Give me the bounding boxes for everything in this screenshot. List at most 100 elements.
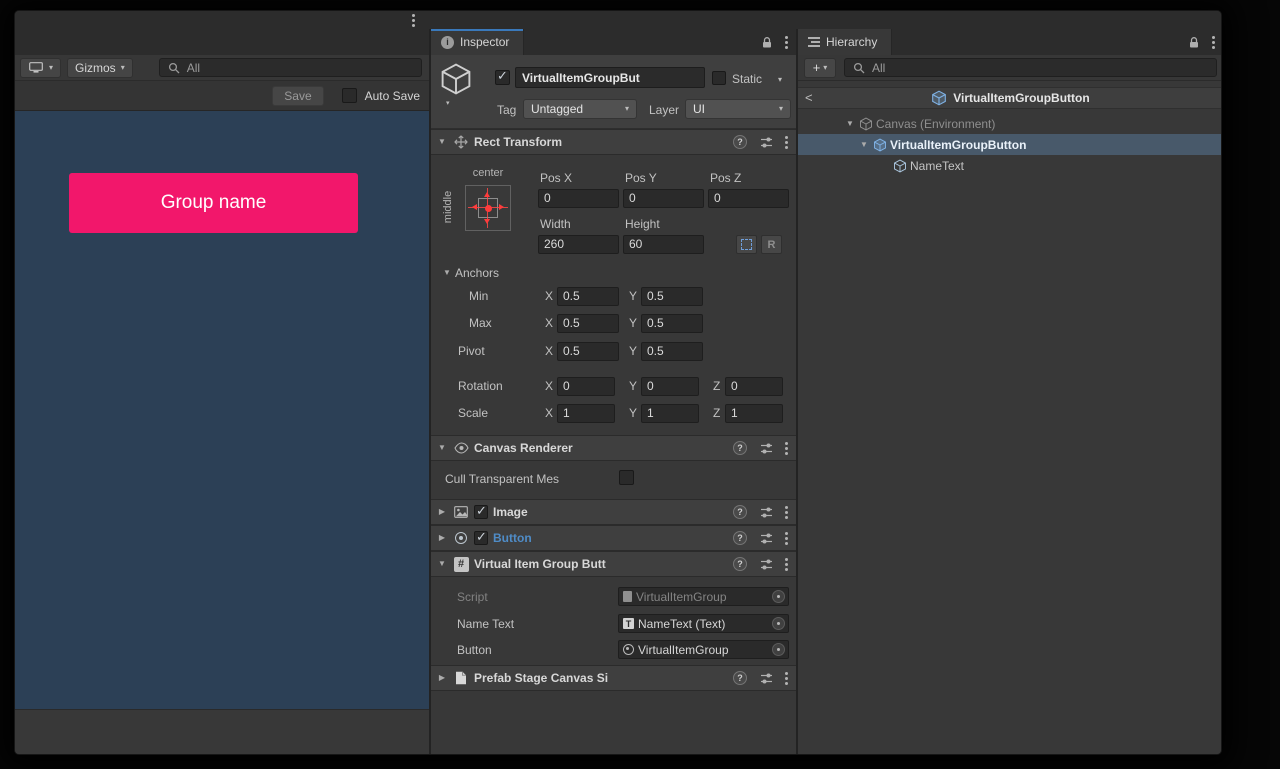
axis-x-label: X (545, 289, 553, 303)
prefab-stage-canvas-size-header[interactable]: Prefab Stage Canvas Si (431, 665, 796, 691)
anchor-min-x-field[interactable]: 0.5 (557, 287, 619, 306)
icon-picker-chevron[interactable] (446, 100, 450, 107)
help-icon[interactable] (733, 505, 747, 519)
foldout-open-icon[interactable] (858, 141, 870, 149)
rotation-y-field[interactable]: 0 (641, 377, 699, 396)
object-picker-icon[interactable] (772, 590, 785, 603)
pos-y-field[interactable]: 0 (623, 189, 704, 208)
foldout-closed-icon[interactable] (436, 534, 448, 542)
foldout-open-icon[interactable] (436, 444, 448, 452)
static-checkbox[interactable] (712, 71, 726, 85)
width-field[interactable]: 260 (538, 235, 619, 254)
pos-x-field[interactable]: 0 (538, 189, 619, 208)
tree-item-canvas-environment[interactable]: Canvas (Environment) (798, 113, 1222, 134)
back-icon[interactable] (805, 90, 813, 105)
scale-y-field[interactable]: 1 (641, 404, 699, 423)
foldout-closed-icon[interactable] (436, 508, 448, 516)
layer-dropdown[interactable]: UI (685, 99, 791, 119)
hierarchy-menu-icon[interactable] (1212, 41, 1215, 44)
rotation-x-field[interactable]: 0 (557, 377, 615, 396)
image-enabled-checkbox[interactable] (474, 505, 488, 519)
foldout-closed-icon[interactable] (436, 674, 448, 682)
static-dropdown-icon[interactable] (778, 76, 782, 84)
presets-icon[interactable] (758, 672, 774, 685)
anchor-max-y-field[interactable]: 0.5 (641, 314, 703, 333)
anchor-arrow-up (484, 189, 490, 197)
auto-save-checkbox[interactable] (342, 88, 357, 103)
presets-icon[interactable] (758, 506, 774, 519)
script-object-field[interactable]: VirtualItemGroup (618, 587, 789, 606)
component-menu-icon[interactable] (785, 141, 788, 144)
component-menu-icon[interactable] (785, 563, 788, 566)
help-icon[interactable] (733, 441, 747, 455)
rect-transform-header[interactable]: Rect Transform (431, 129, 796, 155)
help-icon[interactable] (733, 557, 747, 571)
name-text-object-field[interactable]: NameText (Text) (618, 614, 789, 633)
help-icon[interactable] (733, 531, 747, 545)
help-icon[interactable] (733, 671, 747, 685)
anchor-min-y-field[interactable]: 0.5 (641, 287, 703, 306)
raw-edit-mode-button[interactable]: R (761, 235, 782, 254)
object-picker-icon[interactable] (772, 643, 785, 656)
tree-item-virtualitemgroupbutton[interactable]: VirtualItemGroupButton (798, 134, 1222, 155)
draw-mode-dropdown[interactable] (20, 58, 61, 78)
presets-icon[interactable] (758, 136, 774, 149)
canvas-renderer-body: Cull Transparent Mes (431, 461, 796, 499)
prefab-header-bar[interactable]: VirtualItemGroupButton (798, 87, 1222, 109)
rotation-z-field[interactable]: 0 (725, 377, 783, 396)
scene-search-input[interactable]: All (159, 58, 422, 77)
virtual-item-group-button-header[interactable]: Virtual Item Group Butt (431, 551, 796, 577)
chevron-down-icon (49, 64, 53, 72)
button-enabled-checkbox[interactable] (474, 531, 488, 545)
anchor-max-x-field[interactable]: 0.5 (557, 314, 619, 333)
pivot-y-field[interactable]: 0.5 (641, 342, 703, 361)
component-menu-icon[interactable] (785, 447, 788, 450)
gameobject-name-field[interactable]: VirtualItemGroupBut (515, 67, 705, 88)
inspector-menu-icon[interactable] (785, 41, 788, 44)
component-menu-icon[interactable] (785, 511, 788, 514)
height-field[interactable]: 60 (623, 235, 704, 254)
gizmos-dropdown[interactable]: Gizmos (67, 58, 133, 78)
canvas-renderer-header[interactable]: Canvas Renderer (431, 435, 796, 461)
image-component-header[interactable]: Image (431, 499, 796, 525)
gameobject-icon[interactable] (439, 62, 473, 96)
anchors-foldout-icon[interactable] (441, 269, 453, 277)
active-checkbox[interactable] (495, 70, 510, 85)
component-menu-icon[interactable] (785, 537, 788, 540)
lock-icon[interactable] (761, 36, 773, 49)
button-object-field[interactable]: VirtualItemGroup (618, 640, 789, 659)
axis-z-label: Z (713, 379, 720, 393)
save-button[interactable]: Save (272, 86, 323, 106)
button-component-header[interactable]: Button (431, 525, 796, 551)
blueprint-mode-button[interactable] (736, 235, 757, 254)
lock-icon[interactable] (1188, 36, 1200, 49)
component-menu-icon[interactable] (785, 677, 788, 680)
tab-inspector[interactable]: Inspector (431, 29, 524, 55)
hierarchy-search-input[interactable]: All (844, 58, 1217, 77)
foldout-open-icon[interactable] (436, 560, 448, 568)
scene-tabbar (15, 29, 429, 55)
object-picker-icon[interactable] (772, 617, 785, 630)
anchor-preset-button[interactable] (465, 185, 511, 231)
tag-dropdown[interactable]: Untagged (523, 99, 637, 119)
presets-icon[interactable] (758, 532, 774, 545)
create-object-button[interactable]: + (804, 58, 836, 78)
pivot-x-field[interactable]: 0.5 (557, 342, 619, 361)
inspector-tab-label: Inspector (460, 35, 509, 49)
foldout-open-icon[interactable] (844, 120, 856, 128)
scale-x-field[interactable]: 1 (557, 404, 615, 423)
help-icon[interactable] (733, 135, 747, 149)
scene-viewport[interactable]: Group name (15, 111, 429, 709)
scale-z-field[interactable]: 1 (725, 404, 783, 423)
cull-transparent-mesh-checkbox[interactable] (619, 470, 634, 485)
tree-item-nametext[interactable]: NameText (798, 155, 1222, 176)
presets-icon[interactable] (758, 558, 774, 571)
anchors-label: Anchors (455, 266, 499, 280)
presets-icon[interactable] (758, 442, 774, 455)
pos-z-field[interactable]: 0 (708, 189, 789, 208)
blueprint-icon (741, 239, 752, 250)
group-name-ui-button[interactable]: Group name (69, 173, 358, 233)
scene-pane-menu-icon[interactable] (412, 19, 415, 22)
foldout-open-icon[interactable] (436, 138, 448, 146)
tab-hierarchy[interactable]: Hierarchy (798, 29, 892, 55)
